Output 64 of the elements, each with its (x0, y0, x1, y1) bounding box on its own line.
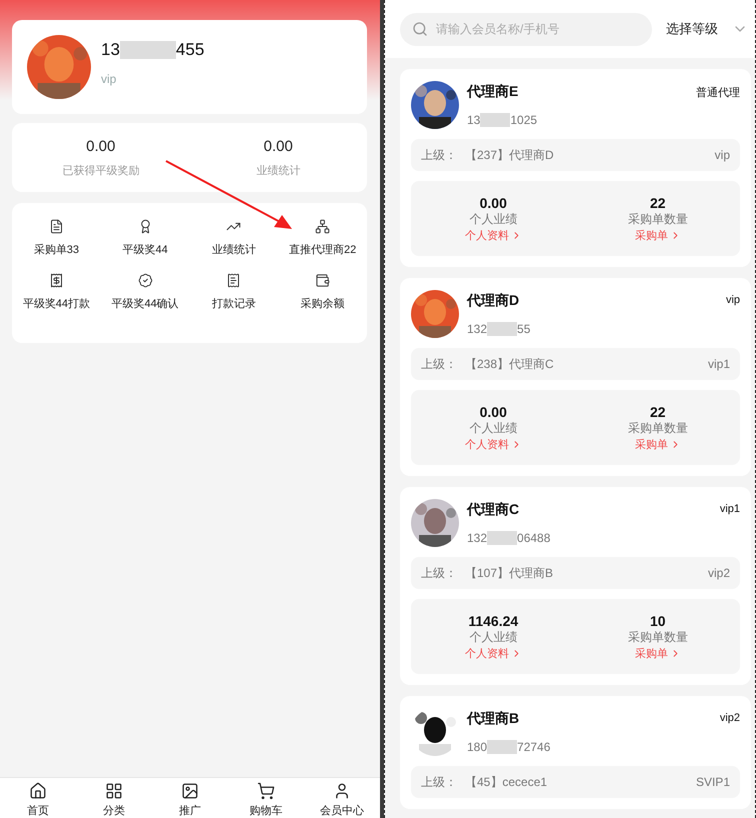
parent-level: vip2 (708, 566, 730, 580)
stat-label: 个人业绩 (469, 210, 518, 228)
stat-value: 10 (650, 612, 666, 628)
member-name: 代理商E (467, 83, 520, 101)
tab-item[interactable]: 推广 (152, 778, 228, 818)
phone-number: 13 455 (101, 40, 204, 60)
stat-label: 采购单数量 (628, 210, 688, 228)
parent-label: 上级： (421, 774, 457, 790)
parent-label: 上级： (421, 356, 457, 372)
member-level: vip2 (720, 711, 740, 724)
wallet-icon (315, 273, 330, 288)
menu-item[interactable]: 采购余额 (278, 273, 367, 327)
stat-value: 0.00 (264, 138, 293, 154)
receipt-icon (226, 273, 242, 288)
member-level: vip1 (720, 502, 740, 515)
search-icon (412, 21, 428, 37)
member-level: vip (101, 72, 118, 86)
parent-level: vip1 (708, 357, 730, 371)
menu-item[interactable]: 采购单33 (12, 219, 101, 273)
menu-item[interactable]: 平级奖44打款 (12, 273, 101, 327)
menu-item[interactable]: 平级奖44确认 (100, 273, 190, 327)
parent-name: 【107】代理商B (465, 564, 554, 582)
level-dropdown[interactable]: 选择等级 (666, 20, 748, 38)
stat-value: 22 (650, 404, 666, 420)
phone-number: 180 72746 (467, 740, 552, 754)
parent-name: 【238】代理商C (465, 356, 554, 372)
receipt-icon (48, 273, 64, 288)
parent-name: 【45】cecece1 (465, 774, 548, 790)
member-name: 代理商C (467, 501, 520, 519)
network-icon (315, 219, 330, 234)
tab-item[interactable]: 分类 (76, 778, 152, 818)
phone-number: 13 1025 (467, 113, 538, 127)
stat-label: 采购单数量 (628, 628, 688, 646)
stat-value: 1146.24 (468, 612, 518, 628)
member-name: 代理商B (467, 710, 520, 728)
member-level: vip (726, 293, 740, 306)
parent-label: 上级： (421, 146, 457, 164)
stat-label: 个人业绩 (469, 420, 518, 436)
parent-level: SVIP1 (696, 775, 730, 789)
parent-name: 【237】代理商D (465, 146, 554, 164)
tab-item[interactable]: 会员中心 (304, 778, 380, 818)
document-icon (48, 219, 64, 234)
phone-number: 132 06488 (467, 531, 552, 545)
menu-item[interactable]: 打款记录 (190, 273, 278, 327)
tab-item[interactable]: 购物车 (228, 778, 304, 818)
member-name: 代理商D (467, 292, 520, 310)
menu-item[interactable]: 直推代理商22 (278, 219, 367, 273)
member-level: 普通代理 (696, 86, 740, 100)
stat-value: 22 (650, 194, 666, 210)
phone-number: 132 55 (467, 322, 532, 336)
tab-item[interactable]: 首页 (0, 778, 76, 818)
stat-label: 采购单数量 (628, 420, 688, 436)
stat-value: 0.00 (480, 404, 507, 420)
parent-label: 上级： (421, 564, 457, 582)
stat-label: 已获得平级奖励 (62, 164, 140, 178)
stat-label: 个人业绩 (469, 628, 518, 646)
stat-value: 0.00 (480, 194, 507, 210)
parent-level: vip (714, 148, 730, 162)
badge-icon (138, 273, 153, 288)
stat-value: 0.00 (86, 138, 116, 154)
stat-label: 业绩统计 (256, 164, 300, 178)
menu-item[interactable]: 业绩统计 (190, 219, 278, 273)
menu-item[interactable]: 平级奖44 (100, 219, 190, 273)
cart-icon (255, 782, 277, 800)
